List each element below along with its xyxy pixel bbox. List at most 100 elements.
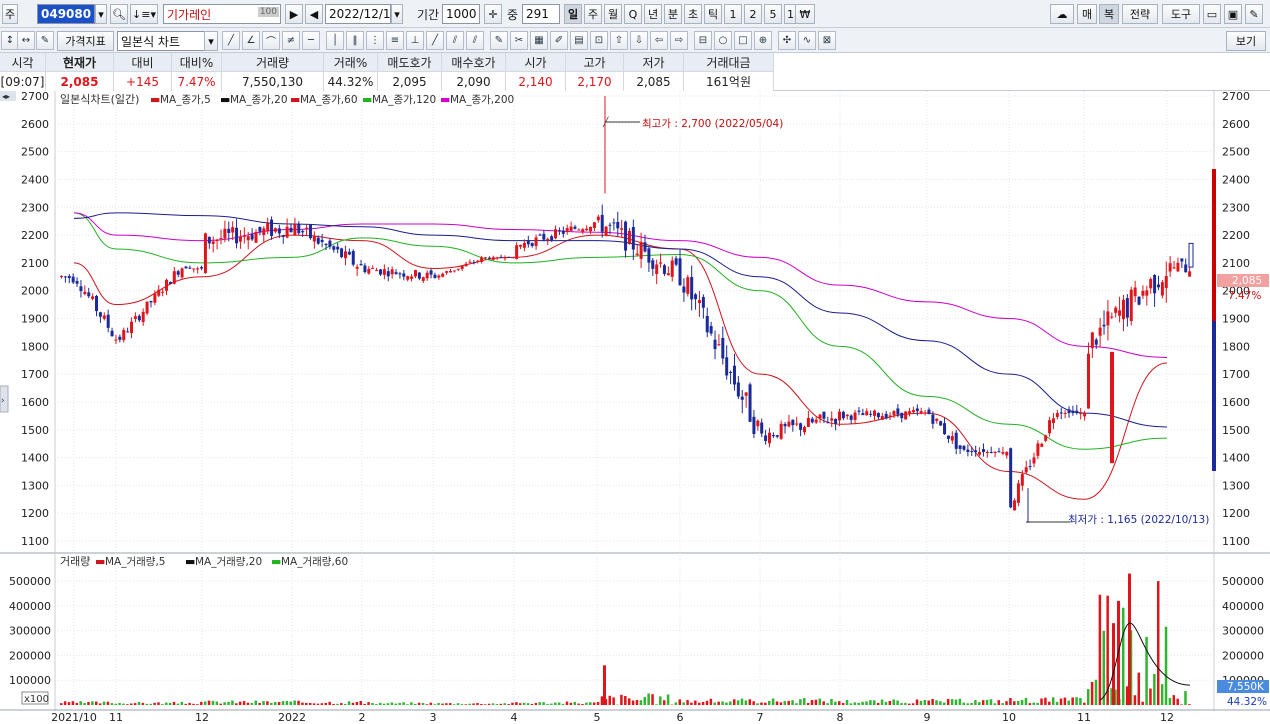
save-icon[interactable]: ▣ <box>1224 4 1242 24</box>
draw-tool-10-icon[interactable]: ╱ <box>426 31 444 50</box>
volume-bar <box>791 700 794 705</box>
volume-bar <box>530 703 534 705</box>
interval-0-button[interactable]: 일 <box>564 4 582 24</box>
candle-body <box>962 445 966 450</box>
draw-tool-11-icon[interactable]: ⫽ <box>446 31 464 50</box>
draw-tool-8-icon[interactable]: ≡ <box>386 31 404 50</box>
draw-tool-27-icon[interactable]: ✣ <box>778 31 796 50</box>
indicator-button[interactable]: 가격지표 <box>57 31 114 51</box>
draw-tool-4-icon[interactable]: ─ <box>302 31 320 50</box>
draw-tool-18-icon[interactable]: ⊡ <box>590 31 608 50</box>
interval-4-button[interactable]: 년 <box>644 4 662 24</box>
candle-body <box>884 413 888 419</box>
candle-body <box>744 392 748 396</box>
interval-9-button[interactable]: 2 <box>744 4 762 24</box>
quote-header-0: 시각 <box>0 53 46 72</box>
interval-8-button[interactable]: 1 <box>724 4 742 24</box>
chart-style-select[interactable]: 일본식 차트 <box>117 31 205 51</box>
sort-icon[interactable]: ↓≡▾ <box>130 4 158 24</box>
draw-tool-29-icon[interactable]: ⊠ <box>818 31 836 50</box>
price-chart[interactable]: ◂▸ 1100 1100 1200 1200 1300 1300 1400 1400 1500 1… <box>0 91 1270 724</box>
buy-button[interactable]: 매 <box>1077 4 1097 24</box>
arrow-left-right-icon[interactable]: ↔ <box>17 31 35 50</box>
draw-tool-3-icon[interactable]: ≠ <box>282 31 300 50</box>
volume-bar <box>484 704 487 705</box>
draw-tool-12-icon[interactable]: ⫽ <box>466 31 484 50</box>
draw-tool-9-icon[interactable]: ⊥ <box>406 31 424 50</box>
candle-body <box>670 260 674 277</box>
volume-bar <box>767 700 771 705</box>
ma-legend-label: MA_종가,20 <box>230 94 288 106</box>
draw-tool-7-icon[interactable]: ⋮ <box>366 31 384 50</box>
draw-tool-25-icon[interactable]: □ <box>734 31 752 50</box>
draw-tool-20-icon[interactable]: ⇩ <box>630 31 648 50</box>
volume-bar <box>993 703 997 705</box>
volume-bar <box>472 703 475 705</box>
draw-tool-26-icon[interactable]: ⊕ <box>754 31 772 50</box>
volume-bar <box>460 704 464 705</box>
draw-tool-22-icon[interactable]: ⇨ <box>670 31 688 50</box>
mode-button[interactable]: 주 <box>2 4 18 24</box>
candle-body <box>1083 413 1087 417</box>
count-input[interactable]: 291 <box>522 4 560 24</box>
stock-code-input[interactable]: 049080 <box>37 4 95 24</box>
candle-body <box>456 268 460 270</box>
next-stock-icon[interactable]: ▶ <box>285 4 303 24</box>
volume-bar <box>63 701 67 705</box>
multi-button[interactable]: 복 <box>1099 4 1119 24</box>
interval-2-button[interactable]: 월 <box>604 4 622 24</box>
date-input[interactable]: 2022/12/12 <box>325 4 398 24</box>
search-icon[interactable]: 🔍︎ <box>110 4 128 24</box>
crosshair-icon[interactable]: ✛ <box>484 4 502 24</box>
interval-7-button[interactable]: 틱 <box>704 4 722 24</box>
volume-bar <box>760 702 763 705</box>
draw-tool-1-icon[interactable]: ∠ <box>242 31 260 50</box>
period-input[interactable]: 1000 <box>442 4 480 24</box>
draw-tool-6-icon[interactable]: ‖ <box>346 31 364 50</box>
candle-body <box>659 262 663 264</box>
price-tick-label-right: 1600 <box>1222 396 1250 409</box>
tools-button[interactable]: 도구 <box>1162 4 1200 24</box>
draw-tool-19-icon[interactable]: ⇧ <box>610 31 628 50</box>
wrench-icon[interactable]: ✎ <box>1245 4 1263 24</box>
draw-tool-2-icon[interactable]: ⌒ <box>262 31 280 50</box>
candle-body <box>180 268 184 278</box>
stock-name-label: 기가레인 <box>167 7 212 22</box>
folder-icon[interactable]: ▭ <box>1203 4 1221 24</box>
chart-style-dropdown-icon[interactable]: ▾ <box>204 31 218 51</box>
cloud-icon[interactable]: ☁ <box>1050 4 1074 24</box>
quote-value-3: 7.47% <box>172 72 222 91</box>
volume-bar <box>445 703 448 705</box>
edit-icon[interactable]: ✎ <box>36 31 54 50</box>
interval-10-button[interactable]: 5 <box>764 4 782 24</box>
draw-tool-23-icon[interactable]: ⊟ <box>694 31 712 50</box>
interval-3-button[interactable]: Q <box>624 4 642 24</box>
draw-tool-5-icon[interactable]: │ <box>326 31 344 50</box>
draw-tool-28-icon[interactable]: ∿ <box>798 31 816 50</box>
draw-tool-13-icon[interactable]: ✎ <box>490 31 508 50</box>
volume-bar <box>1071 697 1074 705</box>
draw-tool-21-icon[interactable]: ⇦ <box>650 31 668 50</box>
interval-5-button[interactable]: 분 <box>664 4 682 24</box>
strategy-button[interactable]: 전략 <box>1122 4 1158 24</box>
draw-tool-17-icon[interactable]: ▤ <box>570 31 588 50</box>
interval-6-button[interactable]: 초 <box>684 4 702 24</box>
candle-body <box>845 414 849 417</box>
date-dropdown-icon[interactable]: ▾ <box>391 4 403 24</box>
stock-name-field[interactable]: 기가레인 100 <box>163 4 281 24</box>
quote-value-9: 2,170 <box>566 72 624 91</box>
draw-tool-16-icon[interactable]: ✐ <box>550 31 568 50</box>
draw-tool-24-icon[interactable]: ○ <box>714 31 732 50</box>
draw-tool-0-icon[interactable]: ╱ <box>222 31 240 50</box>
prev-stock-icon[interactable]: ◀ <box>305 4 323 24</box>
stock-code-dropdown-icon[interactable]: ▾ <box>95 4 107 24</box>
draw-tool-15-icon[interactable]: ▦ <box>530 31 548 50</box>
candle-body <box>1125 298 1129 318</box>
draw-tool-14-icon[interactable]: ✂ <box>510 31 528 50</box>
candle-body <box>1090 332 1094 349</box>
interval-1-button[interactable]: 주 <box>584 4 602 24</box>
volume-bar <box>133 703 137 705</box>
volume-bar <box>312 703 316 705</box>
won-icon[interactable]: ₩ <box>795 4 815 24</box>
view-button[interactable]: 보기 <box>1226 31 1266 51</box>
